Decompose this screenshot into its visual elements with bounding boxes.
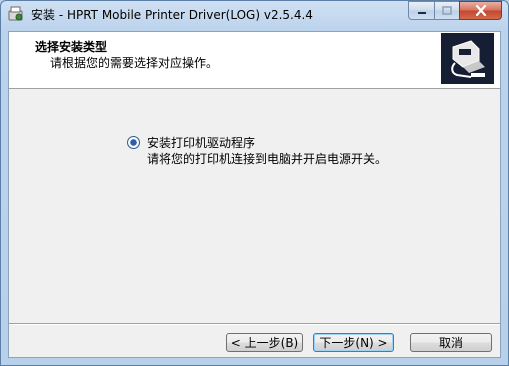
installer-window: 安装 - HPRT Mobile Printer Driver(LOG) v2.… <box>0 0 509 366</box>
back-button[interactable]: < 上一步(B) <box>226 333 303 352</box>
printer-icon <box>451 40 485 78</box>
page-subtitle: 请根据您的需要选择对应操作。 <box>50 56 219 70</box>
maximize-button[interactable] <box>434 1 459 20</box>
button-separator <box>9 323 500 325</box>
title-bar[interactable]: 安装 - HPRT Mobile Printer Driver(LOG) v2.… <box>1 1 508 27</box>
close-button[interactable] <box>459 1 502 20</box>
cancel-button[interactable]: 取消 <box>410 333 492 352</box>
next-button[interactable]: 下一步(N) > <box>313 333 394 352</box>
install-driver-label[interactable]: 安装打印机驱动程序 <box>147 134 255 151</box>
page-title: 选择安装类型 <box>35 40 108 54</box>
minimize-button[interactable] <box>408 1 434 20</box>
printer-logo <box>441 33 494 84</box>
window-title: 安装 - HPRT Mobile Printer Driver(LOG) v2.… <box>31 8 313 22</box>
wizard-header: 选择安装类型 请根据您的需要选择对应操作。 <box>9 32 500 89</box>
installer-app-icon <box>8 6 23 21</box>
close-icon <box>475 5 486 16</box>
maximize-icon <box>442 6 452 15</box>
minimize-icon <box>417 11 426 14</box>
wizard-client-area: 选择安装类型 请根据您的需要选择对应操作。 安装打印机驱动程序 请将您的打印机连… <box>8 31 501 358</box>
install-driver-description: 请将您的打印机连接到电脑并开启电源开关。 <box>147 152 388 166</box>
install-driver-radio[interactable] <box>127 136 140 149</box>
caption-buttons <box>408 1 502 20</box>
